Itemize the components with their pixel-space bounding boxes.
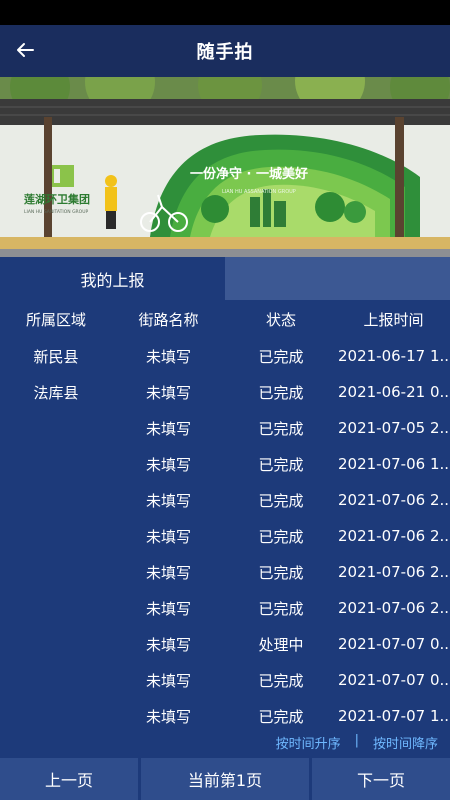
table-row[interactable]: 未填写 已完成 2021-07-06 1... xyxy=(0,446,450,482)
table-row[interactable]: 未填写 已完成 2021-07-06 2... xyxy=(0,518,450,554)
cell-time: 2021-07-06 2... xyxy=(338,563,450,581)
table-row[interactable]: 未填写 已完成 2021-07-07 1... xyxy=(0,698,450,734)
cell-street: 未填写 xyxy=(145,599,191,618)
cell-street: 未填写 xyxy=(145,455,191,474)
cell-time: 2021-07-06 1... xyxy=(338,455,450,473)
prev-page-button[interactable]: 上一页 xyxy=(0,758,138,800)
col-time-header: 上报时间 xyxy=(363,310,424,329)
cell-status: 已完成 xyxy=(258,707,304,726)
cell-street: 未填写 xyxy=(145,383,191,402)
table-row[interactable]: 未填写 处理中 2021-07-07 0... xyxy=(0,626,450,662)
cell-street: 未填写 xyxy=(145,419,191,438)
banner-slogan-en: LIAN HU ASSANATION GROUP xyxy=(222,189,296,195)
cell-street: 未填写 xyxy=(145,491,191,510)
back-button[interactable] xyxy=(10,35,40,65)
sort-separator: | xyxy=(354,733,359,748)
cell-street: 未填写 xyxy=(145,347,191,366)
cell-street: 未填写 xyxy=(145,635,191,654)
cell-status: 处理中 xyxy=(258,635,304,654)
cell-status: 已完成 xyxy=(258,347,304,366)
cell-street: 未填写 xyxy=(145,671,191,690)
cell-time: 2021-07-07 0... xyxy=(338,671,450,689)
table-row[interactable]: 新民县 未填写 已完成 2021-06-17 1... xyxy=(0,338,450,374)
sort-desc-link[interactable]: 按时间降序 xyxy=(373,733,438,752)
table-row[interactable]: 未填写 已完成 2021-07-07 0... xyxy=(0,662,450,698)
tab-my-reports[interactable]: 我的上报 xyxy=(0,257,225,300)
table-row[interactable]: 未填写 已完成 2021-07-06 2... xyxy=(0,590,450,626)
table-row[interactable]: 未填写 已完成 2021-07-06 2... xyxy=(0,554,450,590)
cell-status: 已完成 xyxy=(258,419,304,438)
cell-status: 已完成 xyxy=(258,527,304,546)
page-title: 随手拍 xyxy=(196,42,254,63)
table-row[interactable]: 未填写 已完成 2021-07-06 2... xyxy=(0,482,450,518)
cell-time: 2021-07-06 2... xyxy=(338,599,450,617)
next-page-button[interactable]: 下一页 xyxy=(312,758,450,800)
col-area-header: 所属区域 xyxy=(25,310,86,329)
sort-links: 按时间升序 | 按时间降序 xyxy=(276,733,438,752)
cell-status: 已完成 xyxy=(258,671,304,690)
cell-street: 未填写 xyxy=(145,527,191,546)
current-page-indicator: 当前第1页 xyxy=(141,758,309,800)
tab-other[interactable] xyxy=(225,257,450,300)
cell-time: 2021-06-17 1... xyxy=(338,347,450,365)
report-table: 所属区域 街路名称 状态 上报时间 新民县 未填写 已完成 2021-06-17… xyxy=(0,300,450,734)
status-bar xyxy=(0,0,450,25)
report-tabs: 我的上报 xyxy=(0,257,450,300)
cell-time: 2021-07-07 0... xyxy=(338,635,450,653)
cell-status: 已完成 xyxy=(258,599,304,618)
arrow-left-icon xyxy=(17,43,34,57)
cell-status: 已完成 xyxy=(258,455,304,474)
app-header: 随手拍 xyxy=(0,25,450,77)
cell-time: 2021-07-06 2... xyxy=(338,527,450,545)
cell-street: 未填写 xyxy=(145,707,191,726)
cell-area: 新民县 xyxy=(33,347,79,366)
col-status-header: 状态 xyxy=(265,310,296,329)
table-row[interactable]: 法库县 未填写 已完成 2021-06-21 0... xyxy=(0,374,450,410)
table-header: 所属区域 街路名称 状态 上报时间 xyxy=(0,300,450,338)
cell-time: 2021-07-05 2... xyxy=(338,419,450,437)
cell-street: 未填写 xyxy=(145,563,191,582)
banner-slogan: 一份净守 · 一城美好 xyxy=(190,166,308,182)
sort-asc-link[interactable]: 按时间升序 xyxy=(276,733,341,752)
cell-status: 已完成 xyxy=(258,563,304,582)
cell-time: 2021-06-21 0... xyxy=(338,383,450,401)
cell-time: 2021-07-06 2... xyxy=(338,491,450,509)
cell-area: 法库县 xyxy=(33,383,79,402)
cell-status: 已完成 xyxy=(258,383,304,402)
banner-brand-text: 莲湖环卫集团 xyxy=(24,192,90,206)
banner-image: 莲湖环卫集团 LIAN HU SANITATION GROUP 一份净守 · 一… xyxy=(0,77,450,257)
pagination: 上一页 当前第1页 下一页 xyxy=(0,758,450,800)
cell-status: 已完成 xyxy=(258,491,304,510)
table-row[interactable]: 未填写 已完成 2021-07-05 2... xyxy=(0,410,450,446)
banner-brand-en-text: LIAN HU SANITATION GROUP xyxy=(24,209,89,215)
col-street-header: 街路名称 xyxy=(138,310,199,329)
cell-time: 2021-07-07 1... xyxy=(338,707,450,725)
